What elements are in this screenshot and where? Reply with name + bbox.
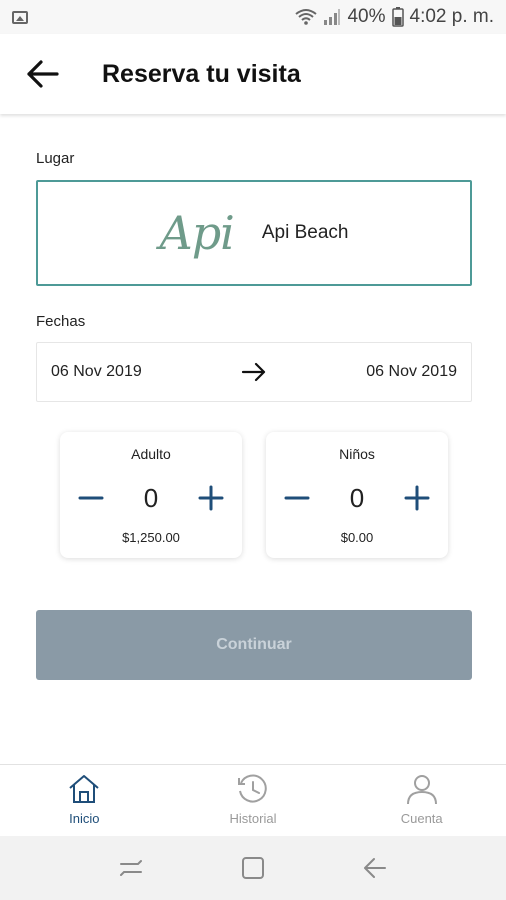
children-counter-card: Niños 0 $0.00: [266, 432, 448, 558]
arrow-left-icon: [27, 60, 59, 88]
recent-apps-button[interactable]: [111, 848, 151, 888]
children-stepper: 0: [266, 478, 448, 518]
children-increment-button[interactable]: [402, 483, 432, 513]
status-bar: 40% 4:02 p. m.: [0, 0, 506, 34]
nav-item-cuenta[interactable]: Cuenta: [337, 765, 506, 836]
place-name: Api Beach: [261, 222, 349, 243]
children-decrement-button[interactable]: [282, 483, 312, 513]
bottom-nav: Inicio Historial Cuenta: [0, 764, 506, 836]
adult-price: $1,250.00: [122, 530, 180, 545]
back-arrow-icon: [364, 858, 386, 878]
plus-icon: [198, 485, 224, 511]
children-count: 0: [349, 482, 365, 513]
continue-button[interactable]: Continuar: [36, 610, 472, 680]
status-time: 4:02 p. m.: [409, 6, 495, 27]
arrow-right-icon: [241, 362, 267, 382]
system-nav-bar: [0, 836, 506, 900]
plus-icon: [404, 485, 430, 511]
continue-button-label: Continuar: [216, 636, 292, 653]
history-icon: [238, 774, 267, 803]
back-system-button[interactable]: [355, 848, 395, 888]
adult-counter-card: Adulto 0 $1,250.00: [60, 432, 242, 558]
children-price: $0.00: [340, 530, 374, 545]
nav-label-cuenta: Cuenta: [400, 811, 443, 826]
battery-icon: [391, 7, 404, 27]
back-button[interactable]: [22, 54, 62, 94]
square-icon: [242, 857, 264, 879]
start-date[interactable]: 06 Nov 2019: [51, 363, 142, 381]
adult-stepper: 0: [60, 478, 242, 518]
home-system-button[interactable]: [233, 848, 273, 888]
adult-decrement-button[interactable]: [76, 483, 106, 513]
page-title: Reserva tu visita: [102, 59, 301, 88]
minus-icon: [284, 496, 310, 500]
home-icon: [69, 775, 99, 803]
adult-increment-button[interactable]: [196, 483, 226, 513]
nav-label-inicio: Inicio: [69, 811, 100, 826]
battery-percent: 40%: [347, 6, 386, 27]
children-counter-title: Niños: [339, 446, 375, 462]
dates-label: Fechas: [36, 313, 86, 330]
adult-counter-title: Adulto: [131, 446, 171, 462]
status-right: 40% 4:02 p. m.: [295, 6, 494, 28]
status-left: [12, 10, 28, 24]
wifi-icon: [295, 9, 318, 25]
date-range-selector[interactable]: 06 Nov 2019 06 Nov 2019: [36, 342, 472, 402]
adult-count: 0: [143, 482, 159, 513]
recent-apps-icon: [120, 860, 142, 876]
signal-icon: [324, 9, 341, 25]
place-label: Lugar: [36, 150, 75, 167]
gallery-icon: [12, 10, 28, 24]
account-icon: [406, 775, 437, 805]
place-selector[interactable]: Api Api Beach: [36, 180, 472, 286]
end-date[interactable]: 06 Nov 2019: [366, 363, 457, 381]
nav-item-historial[interactable]: Historial: [169, 765, 338, 836]
app-bar: Reserva tu visita: [0, 34, 506, 114]
nav-item-inicio[interactable]: Inicio: [0, 765, 169, 836]
nav-label-historial: Historial: [229, 811, 277, 826]
minus-icon: [78, 496, 104, 500]
place-logo: Api: [159, 206, 234, 260]
